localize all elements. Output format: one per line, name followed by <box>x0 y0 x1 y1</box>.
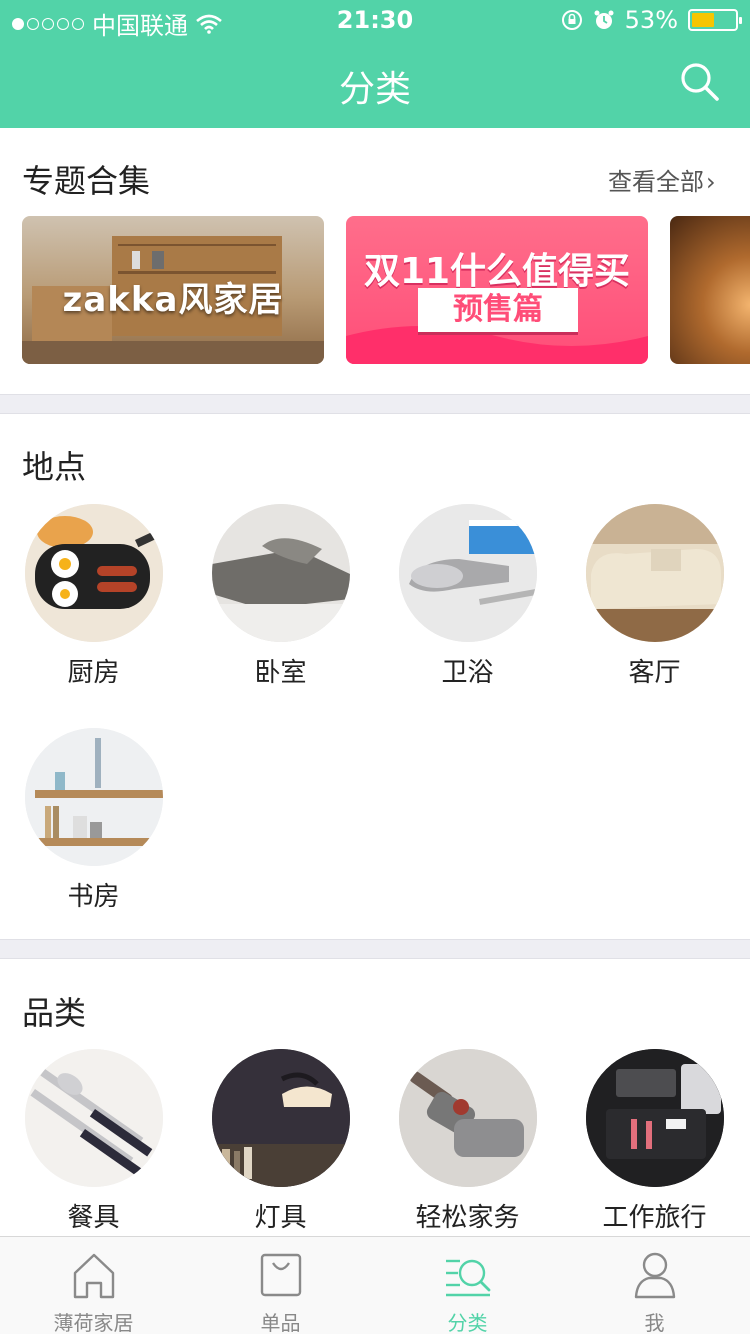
places-section-title: 地点 <box>22 448 87 486</box>
tab-label: 薄荷家居 <box>53 1311 134 1334</box>
place-label: 卧室 <box>254 658 307 688</box>
view-all-link[interactable]: 查看全部› <box>608 162 716 197</box>
category-label: 餐具 <box>67 1203 120 1233</box>
study-thumbnail <box>24 728 163 866</box>
tableware-thumbnail <box>24 1049 163 1187</box>
category-label: 轻松家务 <box>415 1203 520 1233</box>
topic-banner-zakka[interactable]: zakka风家居 <box>22 216 324 364</box>
lamp-illustration <box>211 1049 350 1187</box>
search-icon[interactable] <box>680 62 720 102</box>
sofa-illustration <box>585 504 724 642</box>
category-item-housework[interactable]: 轻松家务 <box>374 1049 561 1234</box>
bookshelf-illustration <box>24 728 163 866</box>
alarm-icon <box>594 10 614 29</box>
tab-categories[interactable]: 分类 <box>374 1237 561 1334</box>
organizer-illustration <box>585 1049 724 1187</box>
topic-banner-lamp[interactable] <box>670 216 750 364</box>
place-item-bathroom[interactable]: 卫浴 <box>374 504 561 689</box>
bed-illustration <box>211 504 350 642</box>
battery-icon <box>688 9 742 31</box>
home-icon <box>73 1253 115 1299</box>
bathroom-thumbnail <box>398 504 537 642</box>
battery-percent: 53% <box>624 6 678 34</box>
tab-label: 单品 <box>260 1311 301 1334</box>
kitchen-thumbnail <box>24 504 163 642</box>
housework-thumbnail <box>398 1049 537 1187</box>
place-item-bedroom[interactable]: 卧室 <box>187 504 374 689</box>
shopping-bag-icon <box>260 1253 302 1297</box>
shower-illustration <box>398 504 537 642</box>
place-item-kitchen[interactable]: 厨房 <box>0 504 187 689</box>
cutlery-illustration <box>24 1049 163 1187</box>
tab-bar: 薄荷家居 单品 分类 我 <box>0 1236 750 1334</box>
place-item-living-room[interactable]: 客厅 <box>561 504 748 689</box>
tab-me[interactable]: 我 <box>561 1237 748 1334</box>
battery-level-fill <box>692 13 715 27</box>
lighting-thumbnail <box>211 1049 350 1187</box>
bedroom-thumbnail <box>211 504 350 642</box>
topic-banner-double11[interactable]: 双11什么值得买 预售篇 <box>346 216 648 364</box>
place-label: 客厅 <box>628 658 681 688</box>
category-item-tableware[interactable]: 餐具 <box>0 1049 187 1234</box>
top-bar: 中国联通 21:30 53% 分类 <box>0 0 750 128</box>
tab-label: 我 <box>644 1311 665 1334</box>
status-right: 53% <box>561 6 742 34</box>
topics-section-title: 专题合集 <box>22 162 151 200</box>
view-all-label: 查看全部 <box>608 168 704 196</box>
rotation-lock-icon <box>561 10 582 30</box>
banner-text-line2: 预售篇 <box>418 288 578 332</box>
banner-text-line1: 双11什么值得买 <box>363 251 631 292</box>
section-divider <box>0 939 750 959</box>
place-label: 厨房 <box>67 658 120 688</box>
place-item-study[interactable]: 书房 <box>0 728 187 913</box>
frying-pan-illustration <box>24 504 163 642</box>
work-travel-thumbnail <box>585 1049 724 1187</box>
status-bar: 中国联通 21:30 53% <box>0 0 750 42</box>
place-label: 卫浴 <box>441 658 494 688</box>
section-divider <box>0 394 750 414</box>
vacuum-illustration <box>398 1049 537 1187</box>
category-label: 灯具 <box>254 1203 307 1233</box>
tab-label: 分类 <box>447 1311 488 1334</box>
banner-text: zakka风家居 <box>62 280 284 320</box>
category-search-icon <box>446 1259 491 1297</box>
tab-home[interactable]: 薄荷家居 <box>0 1237 187 1334</box>
categories-section-title: 品类 <box>22 994 87 1032</box>
tab-products[interactable]: 单品 <box>187 1237 374 1334</box>
category-item-lighting[interactable]: 灯具 <box>187 1049 374 1234</box>
page-title: 分类 <box>338 69 411 110</box>
chevron-right-icon: › <box>706 168 716 196</box>
category-label: 工作旅行 <box>602 1203 707 1233</box>
living-room-thumbnail <box>585 504 724 642</box>
category-item-work-travel[interactable]: 工作旅行 <box>561 1049 748 1234</box>
user-icon <box>634 1252 676 1299</box>
place-label: 书房 <box>67 882 120 912</box>
